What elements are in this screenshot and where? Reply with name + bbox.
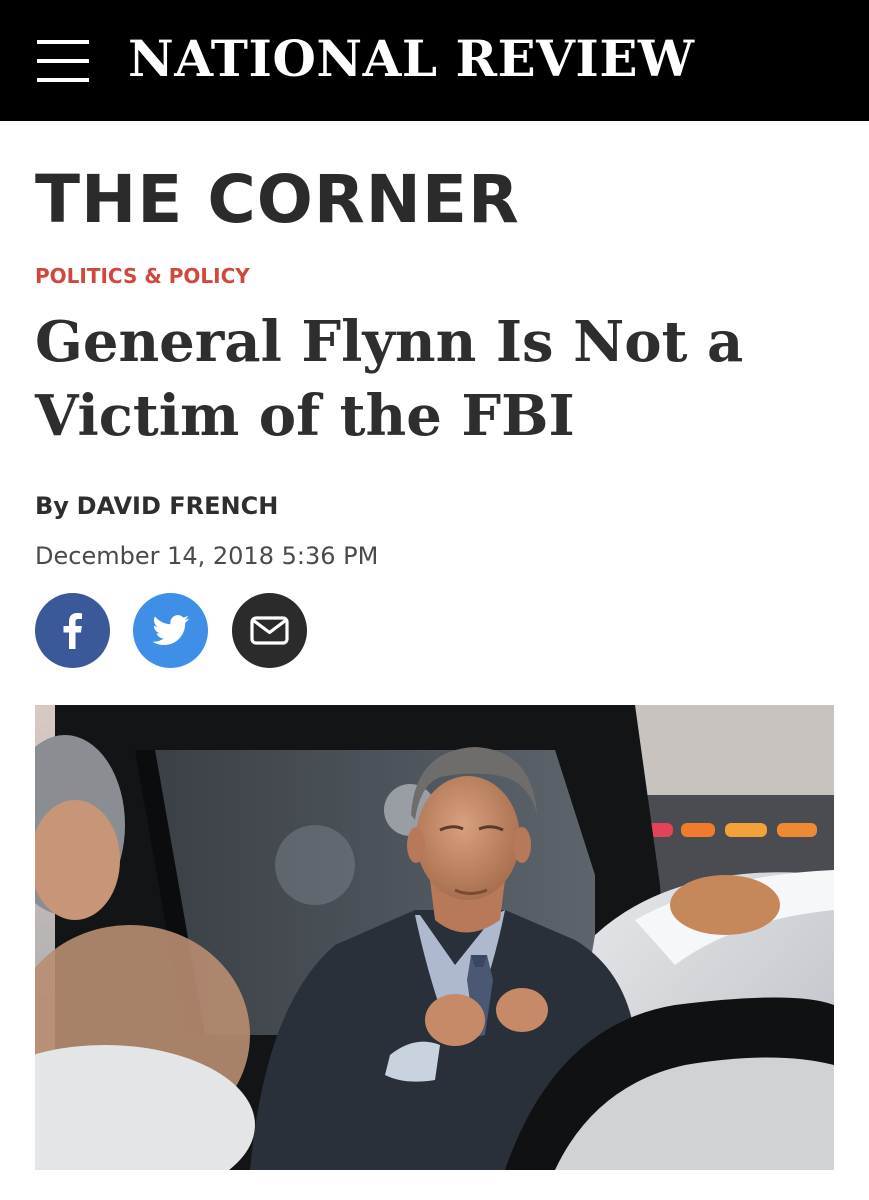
article-photo: [35, 705, 834, 1170]
mail-icon: [232, 593, 307, 668]
byline: By DAVID FRENCH: [35, 490, 278, 522]
top-nav-bar: NATIONAL REVIEW: [0, 0, 869, 121]
site-logo[interactable]: NATIONAL REVIEW: [128, 28, 695, 90]
twitter-icon: [133, 593, 208, 668]
email-share-button[interactable]: [232, 593, 307, 668]
author-link[interactable]: DAVID FRENCH: [77, 492, 279, 520]
facebook-share-button[interactable]: [35, 593, 110, 668]
facebook-icon: [35, 593, 110, 668]
byline-prefix: By: [35, 492, 69, 520]
category-link[interactable]: POLITICS & POLICY: [35, 262, 250, 290]
article-headline: General Flynn Is Not a Victim of the FBI: [35, 309, 744, 449]
hamburger-menu-icon[interactable]: [37, 40, 89, 82]
twitter-share-button[interactable]: [133, 593, 208, 668]
publish-date: December 14, 2018 5:36 PM: [35, 542, 379, 570]
section-title[interactable]: THE CORNER: [35, 158, 520, 242]
